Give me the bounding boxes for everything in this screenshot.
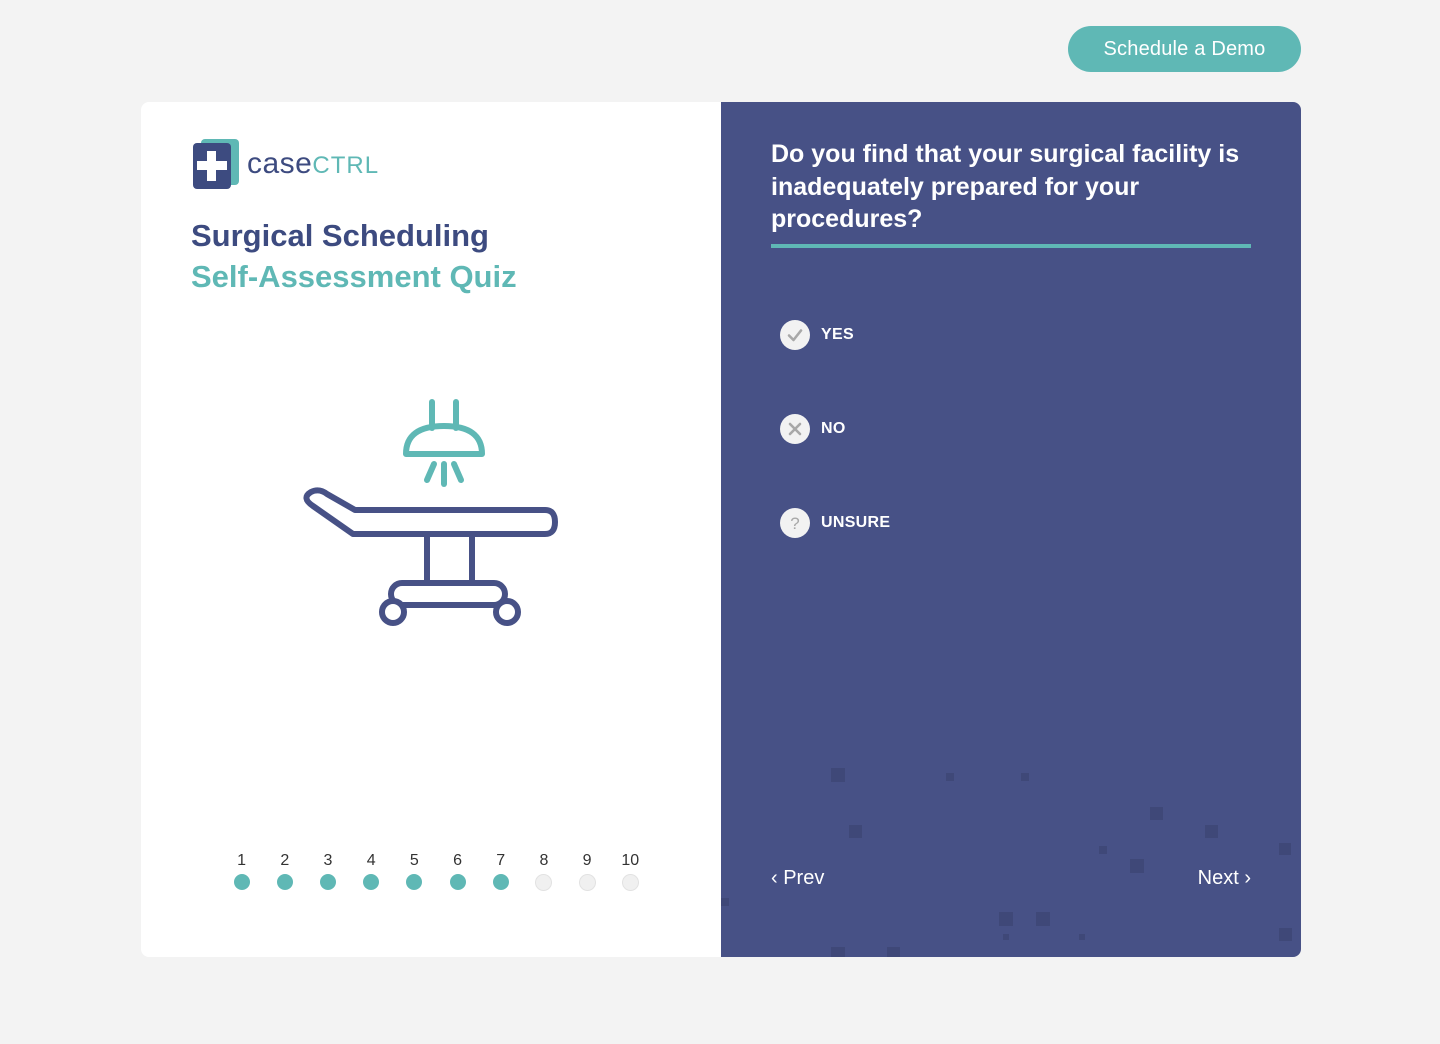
question-panel: Do you find that your surgical facility …	[721, 102, 1301, 957]
question-icon: ?	[780, 508, 810, 538]
progress-step[interactable]: 9	[566, 852, 609, 891]
step-number: 8	[539, 852, 549, 869]
progress-dot-complete	[276, 874, 293, 890]
quiz-card: caseCTRL Surgical Scheduling Self-Assess…	[141, 102, 1301, 957]
svg-text:?: ?	[790, 514, 799, 532]
x-icon	[780, 414, 810, 444]
progress-step[interactable]: 8	[522, 852, 565, 891]
decorative-square	[1021, 773, 1029, 781]
progress-dot-complete	[319, 874, 336, 890]
progress-step[interactable]: 3	[306, 852, 349, 891]
question-text: Do you find that your surgical facility …	[771, 140, 1240, 233]
decorative-square	[849, 825, 862, 838]
progress-step[interactable]: 4	[350, 852, 393, 891]
logo-ctrl: CTRL	[312, 152, 380, 179]
progress-dot-complete	[406, 874, 423, 890]
step-number: 5	[409, 852, 419, 869]
option-label: YES	[821, 326, 854, 343]
progress-step[interactable]: 2	[263, 852, 306, 891]
option-label: UNSURE	[821, 514, 891, 531]
decorative-square	[721, 898, 729, 906]
decorative-square	[1130, 859, 1144, 873]
progress-dot-complete	[363, 874, 380, 890]
decorative-square	[1003, 934, 1009, 940]
option-label: NO	[821, 420, 846, 437]
quiz-title: Surgical Scheduling	[191, 218, 489, 253]
progress-dot-incomplete	[535, 874, 553, 891]
casectrl-logo: caseCTRL	[193, 139, 379, 189]
option-no[interactable]: NO	[780, 414, 846, 444]
progress-step[interactable]: 1	[220, 852, 263, 891]
next-button[interactable]: Next ›	[1198, 867, 1251, 890]
progress-dot-incomplete	[621, 874, 639, 891]
surgical-table-icon	[303, 399, 558, 626]
option-unsure[interactable]: ? UNSURE	[780, 508, 890, 538]
step-number: 10	[621, 852, 640, 869]
decorative-square	[831, 768, 845, 782]
progress-dot-complete	[233, 874, 250, 890]
step-number: 9	[582, 852, 592, 869]
step-number: 3	[323, 852, 333, 869]
logo-case: case	[247, 147, 313, 180]
decorative-square	[946, 773, 954, 781]
quiz-info-panel: caseCTRL Surgical Scheduling Self-Assess…	[141, 102, 721, 957]
step-number: 1	[237, 852, 247, 869]
decorative-square	[887, 947, 900, 957]
progress-dot-complete	[492, 874, 509, 890]
progress-dot-incomplete	[578, 874, 596, 891]
logo-wordmark: caseCTRL	[247, 147, 379, 181]
decorative-square	[1079, 934, 1085, 940]
medical-cross-logo-icon	[193, 139, 239, 189]
step-number: 2	[280, 852, 290, 869]
prev-button[interactable]: ‹ Prev	[771, 867, 824, 890]
decorative-square	[1279, 928, 1292, 941]
progress-step[interactable]: 6	[436, 852, 479, 891]
step-number: 6	[453, 852, 462, 869]
decorative-square	[1036, 912, 1050, 926]
progress-step[interactable]: 7	[479, 852, 522, 891]
quiz-progress: 1 2 3 4 5 6 7 8 9 10	[220, 852, 652, 891]
option-yes[interactable]: YES	[780, 320, 854, 350]
decorative-square	[831, 947, 845, 957]
decorative-square	[1205, 825, 1218, 838]
decorative-square	[999, 912, 1013, 926]
question-underline	[771, 244, 1251, 248]
step-number: 7	[496, 852, 506, 869]
decorative-square	[1150, 807, 1163, 820]
progress-step[interactable]: 10	[609, 852, 652, 891]
step-number: 4	[366, 852, 376, 869]
decorative-square	[1279, 843, 1291, 855]
progress-dot-complete	[449, 874, 466, 890]
decorative-square	[1099, 846, 1107, 854]
check-icon	[780, 320, 810, 350]
quiz-subtitle: Self-Assessment Quiz	[191, 259, 517, 294]
schedule-demo-button[interactable]: Schedule a Demo	[1068, 26, 1301, 72]
progress-step[interactable]: 5	[393, 852, 436, 891]
